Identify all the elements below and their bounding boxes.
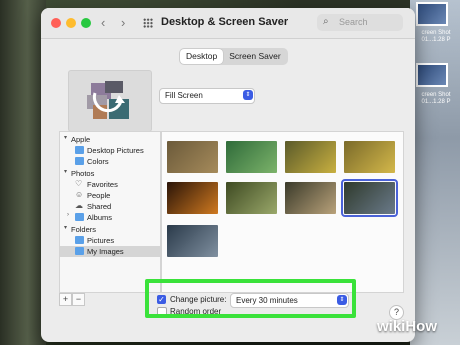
source-sidebar: ▾ Apple Desktop Pictures Colors ▾ Photos… xyxy=(59,131,161,293)
screenshot-file-icon[interactable] xyxy=(416,63,448,87)
remove-folder-button[interactable]: − xyxy=(72,293,85,306)
minimize-button[interactable] xyxy=(66,18,76,28)
sidebar-item-my-images[interactable]: My Images xyxy=(60,246,160,257)
close-button[interactable] xyxy=(51,18,61,28)
cloud-icon: ☁ xyxy=(75,201,83,210)
thumbnail-deer-in-field[interactable] xyxy=(167,141,218,173)
person-icon: ☺ xyxy=(75,190,84,199)
disclosure-open-icon[interactable]: ▾ xyxy=(64,168,67,175)
thumbnail-grass-blades[interactable] xyxy=(226,182,277,214)
window-title: Desktop & Screen Saver xyxy=(161,16,289,28)
watermark: wikiHow xyxy=(377,318,438,335)
sidebar-item-favorites[interactable]: ♡ Favorites xyxy=(60,179,160,190)
sidebar-section-apple[interactable]: ▾ Apple xyxy=(60,134,160,145)
tab-desktop[interactable]: Desktop xyxy=(180,49,224,64)
folder-icon xyxy=(75,213,84,221)
search-field[interactable]: ⌕ Search xyxy=(317,14,403,31)
desktop-rock-wallpaper xyxy=(0,0,46,345)
thumbnail-green-leaf[interactable] xyxy=(226,141,277,173)
folder-icon xyxy=(75,247,84,255)
zoom-button[interactable] xyxy=(81,18,91,28)
disclosure-closed-icon[interactable]: › xyxy=(67,212,69,218)
show-all-grid-icon[interactable] xyxy=(143,18,153,28)
sidebar-item-colors[interactable]: Colors xyxy=(60,156,160,167)
sidebar-item-people[interactable]: ☺ People xyxy=(60,190,160,201)
desktop-file-label: creen Shot xyxy=(421,30,451,36)
current-wallpaper-preview xyxy=(68,70,152,132)
disclosure-open-icon[interactable]: ▾ xyxy=(64,134,67,141)
forward-button[interactable]: › xyxy=(121,15,125,30)
fill-mode-popup[interactable]: Fill Screen ⇕ xyxy=(159,88,255,104)
folder-icon xyxy=(75,146,84,154)
add-folder-button[interactable]: + xyxy=(59,293,72,306)
wallpaper-grid xyxy=(161,131,404,293)
sidebar-item-albums[interactable]: › Albums xyxy=(60,212,160,223)
desktop-file-label: creen Shot xyxy=(421,92,451,98)
colors-icon xyxy=(75,157,84,165)
sidebar-item-shared[interactable]: ☁ Shared xyxy=(60,201,160,212)
tab-screen-saver[interactable]: Screen Saver xyxy=(223,49,287,64)
annotation-highlight-box xyxy=(145,279,356,318)
fill-mode-value: Fill Screen xyxy=(165,91,203,100)
chevron-updown-icon: ⇕ xyxy=(243,90,253,100)
title-bar: ‹ › Desktop & Screen Saver ⌕ Search xyxy=(41,8,415,39)
desktop-file-date: 01...1.28 P xyxy=(421,99,451,105)
thumbnail-fireplace[interactable] xyxy=(167,182,218,214)
desktop-right-area: creen Shot 01...1.28 P creen Shot 01...1… xyxy=(410,0,460,345)
thumbnail-coastal-mountains[interactable] xyxy=(167,225,218,257)
tab-switcher: Desktop Screen Saver xyxy=(179,48,288,65)
desktop-file-date: 01...1.28 P xyxy=(421,37,451,43)
thumbnail-cactus-row[interactable] xyxy=(285,141,336,173)
folder-icon xyxy=(75,236,84,244)
thumbnail-waterfall-cliff[interactable] xyxy=(341,179,398,217)
sidebar-item-pictures[interactable]: Pictures xyxy=(60,235,160,246)
sidebar-section-folders[interactable]: ▾ Folders xyxy=(60,224,160,235)
sidebar-section-photos[interactable]: ▾ Photos xyxy=(60,168,160,179)
add-remove-controls: + − xyxy=(59,293,85,306)
thumbnail-pineapples[interactable] xyxy=(344,141,395,173)
back-button[interactable]: ‹ xyxy=(101,15,105,30)
search-placeholder: Search xyxy=(339,17,368,27)
sidebar-item-desktop-pictures[interactable]: Desktop Pictures xyxy=(60,145,160,156)
thumbnail-mountain-stream[interactable] xyxy=(285,182,336,214)
heart-icon: ♡ xyxy=(75,179,83,188)
screenshot-file-icon[interactable] xyxy=(416,2,448,26)
search-icon: ⌕ xyxy=(323,16,329,27)
wallpaper-preview-icon xyxy=(87,81,129,119)
disclosure-open-icon[interactable]: ▾ xyxy=(64,224,67,231)
